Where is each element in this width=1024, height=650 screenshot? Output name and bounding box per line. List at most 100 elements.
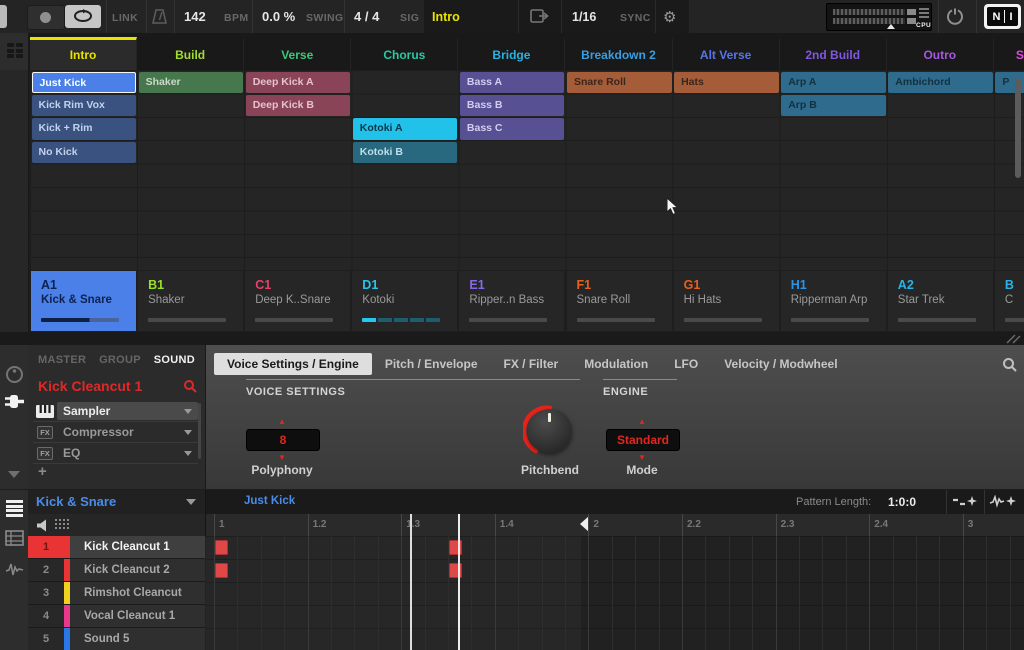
add-plugin-button[interactable]: + bbox=[38, 463, 47, 480]
scene-tab-build[interactable]: Build bbox=[137, 37, 244, 70]
sampler-wave-icon[interactable] bbox=[5, 562, 24, 578]
scene-tab-breakdown-2[interactable]: Breakdown 2 bbox=[565, 37, 672, 70]
scene-tab-intro[interactable]: Intro bbox=[30, 37, 137, 70]
collapse-chevron-icon[interactable] bbox=[8, 471, 20, 478]
editor-pattern-name[interactable]: Just Kick bbox=[244, 495, 295, 507]
polyphony-down-icon[interactable]: ▼ bbox=[246, 453, 318, 462]
list-view-icon[interactable] bbox=[6, 500, 23, 517]
arranger-scrollbar[interactable] bbox=[1015, 78, 1021, 178]
group-a2[interactable]: A2Star Trek bbox=[888, 271, 993, 331]
group-g1[interactable]: G1Hi Hats bbox=[674, 271, 779, 331]
pattern-cell-deep-kick-a[interactable]: Deep Kick A bbox=[246, 72, 351, 93]
pattern-cell-kick-rim[interactable]: Kick + Rim bbox=[32, 118, 137, 139]
polyphony-value[interactable]: 8 bbox=[246, 429, 320, 451]
timeline-ruler[interactable]: 11.21.31.422.22.32.43 bbox=[206, 514, 1024, 536]
tab-modulation[interactable]: Modulation bbox=[571, 353, 661, 375]
mode-down-icon[interactable]: ▼ bbox=[606, 453, 678, 462]
gear-icon[interactable]: ⚙ bbox=[663, 8, 676, 26]
knob-view-icon[interactable] bbox=[5, 365, 24, 384]
tab-group[interactable]: GROUP bbox=[99, 354, 141, 366]
play-button[interactable] bbox=[0, 5, 7, 28]
audition-button[interactable] bbox=[986, 490, 1020, 514]
pattern-cell-snare-roll[interactable]: Snare Roll bbox=[567, 72, 672, 93]
note-grid[interactable] bbox=[206, 536, 1024, 650]
pattern-cell-arp-b[interactable]: Arp B bbox=[781, 95, 886, 116]
track-row-kick-cleancut-1[interactable]: 1Kick Cleancut 1 bbox=[28, 536, 205, 559]
tab-sound[interactable]: SOUND bbox=[154, 354, 195, 366]
editor-group-header[interactable]: Kick & Snare bbox=[28, 490, 206, 514]
note-block[interactable] bbox=[449, 563, 462, 578]
track-number[interactable]: 2 bbox=[28, 559, 64, 581]
track-row-kick-cleancut-2[interactable]: 2Kick Cleancut 2 bbox=[28, 559, 205, 582]
group-d1[interactable]: D1Kotoki bbox=[352, 271, 457, 331]
mode-value[interactable]: Standard bbox=[606, 429, 680, 451]
arranger-view-button[interactable] bbox=[0, 33, 28, 70]
panel-search-icon[interactable] bbox=[1002, 357, 1017, 372]
group-f1[interactable]: F1Snare Roll bbox=[567, 271, 672, 331]
plugin-plug-icon[interactable] bbox=[4, 393, 25, 410]
sound-name[interactable]: Kick Cleancut 1 bbox=[38, 378, 142, 394]
note-block[interactable] bbox=[449, 540, 462, 555]
group-a1[interactable]: A1Kick & Snare bbox=[31, 271, 136, 331]
track-row-sound-5[interactable]: 5Sound 5 bbox=[28, 628, 205, 650]
signature-value[interactable]: 4 / 4 bbox=[354, 9, 379, 24]
pattern-cell-hats[interactable]: Hats bbox=[674, 72, 779, 93]
pattern-cell-kotoki-b[interactable]: Kotoki B bbox=[353, 142, 458, 163]
track-row-vocal-cleancut-1[interactable]: 4Vocal Cleancut 1 bbox=[28, 605, 205, 628]
pattern-cell-bass-b[interactable]: Bass B bbox=[460, 95, 565, 116]
plugin-row-eq[interactable]: FXEQ bbox=[33, 443, 198, 464]
mode-up-icon[interactable]: ▲ bbox=[606, 417, 678, 426]
note-block[interactable] bbox=[215, 540, 228, 555]
step-mode-button[interactable] bbox=[948, 490, 982, 514]
group-h1[interactable]: H1Ripperman Arp bbox=[781, 271, 886, 331]
pattern-cell-shaker[interactable]: Shaker bbox=[139, 72, 244, 93]
pattern-cell-arp-a[interactable]: Arp A bbox=[781, 72, 886, 93]
sound-search-icon[interactable] bbox=[183, 379, 197, 393]
note-block[interactable] bbox=[215, 563, 228, 578]
plugin-row-sampler[interactable]: Sampler bbox=[33, 401, 198, 422]
plugin-row-compressor[interactable]: FXCompressor bbox=[33, 422, 198, 443]
pattern-cell-bass-a[interactable]: Bass A bbox=[460, 72, 565, 93]
power-icon[interactable] bbox=[946, 7, 964, 25]
bpm-value[interactable]: 142 bbox=[184, 9, 206, 24]
pattern-cell-no-kick[interactable]: No Kick bbox=[32, 142, 137, 163]
track-number[interactable]: 4 bbox=[28, 605, 64, 627]
speaker-icon[interactable] bbox=[36, 519, 50, 532]
track-row-rimshot-cleancut[interactable]: 3Rimshot Cleancut bbox=[28, 582, 205, 605]
loop-button[interactable] bbox=[65, 5, 101, 28]
group-b[interactable]: BC bbox=[995, 271, 1024, 331]
group-b1[interactable]: B1Shaker bbox=[138, 271, 243, 331]
track-number[interactable]: 5 bbox=[28, 628, 64, 650]
pattern-length-value[interactable]: 1:0:0 bbox=[888, 495, 916, 509]
scene-tab-bridge[interactable]: Bridge bbox=[458, 37, 565, 70]
plugin-scrollbar[interactable] bbox=[198, 403, 201, 459]
tab-lfo[interactable]: LFO bbox=[661, 353, 711, 375]
chevron-down-icon[interactable] bbox=[184, 451, 192, 456]
pattern-end-line[interactable] bbox=[410, 514, 412, 650]
tab-velocity-modwheel[interactable]: Velocity / Modwheel bbox=[711, 353, 850, 375]
scene-tab-chorus[interactable]: Chorus bbox=[351, 37, 458, 70]
chevron-down-icon[interactable] bbox=[184, 409, 192, 414]
pattern-cell-ambichord[interactable]: Ambichord bbox=[888, 72, 993, 93]
scene-tab-alt-verse[interactable]: Alt Verse bbox=[673, 37, 780, 70]
scene-tab-2nd-build[interactable]: 2nd Build bbox=[780, 37, 887, 70]
pattern-cell-deep-kick-b[interactable]: Deep Kick B bbox=[246, 95, 351, 116]
pattern-grid[interactable]: Just KickKick Rim VoxKick + RimNo KickSh… bbox=[30, 70, 1024, 270]
record-button[interactable] bbox=[27, 5, 65, 30]
pitchbend-knob[interactable] bbox=[528, 409, 572, 453]
chevron-down-icon[interactable] bbox=[184, 430, 192, 435]
scene-tab-outro[interactable]: Outro bbox=[887, 37, 994, 70]
playhead[interactable] bbox=[458, 514, 460, 650]
group-c1[interactable]: C1Deep K..Snare bbox=[245, 271, 350, 331]
link-toggle[interactable]: LINK bbox=[112, 12, 138, 24]
tab-voice-settings-engine[interactable]: Voice Settings / Engine bbox=[214, 353, 372, 375]
track-number[interactable]: 3 bbox=[28, 582, 64, 604]
tab-pitch-envelope[interactable]: Pitch / Envelope bbox=[372, 353, 491, 375]
polyphony-up-icon[interactable]: ▲ bbox=[246, 417, 318, 426]
pattern-cell-bass-c[interactable]: Bass C bbox=[460, 118, 565, 139]
group-e1[interactable]: E1Ripper..n Bass bbox=[459, 271, 564, 331]
section-display[interactable]: Intro bbox=[432, 10, 460, 24]
tab-fx-filter[interactable]: FX / Filter bbox=[491, 353, 572, 375]
pattern-cell-kotoki-a[interactable]: Kotoki A bbox=[353, 118, 458, 139]
swing-value[interactable]: 0.0 % bbox=[262, 9, 295, 24]
